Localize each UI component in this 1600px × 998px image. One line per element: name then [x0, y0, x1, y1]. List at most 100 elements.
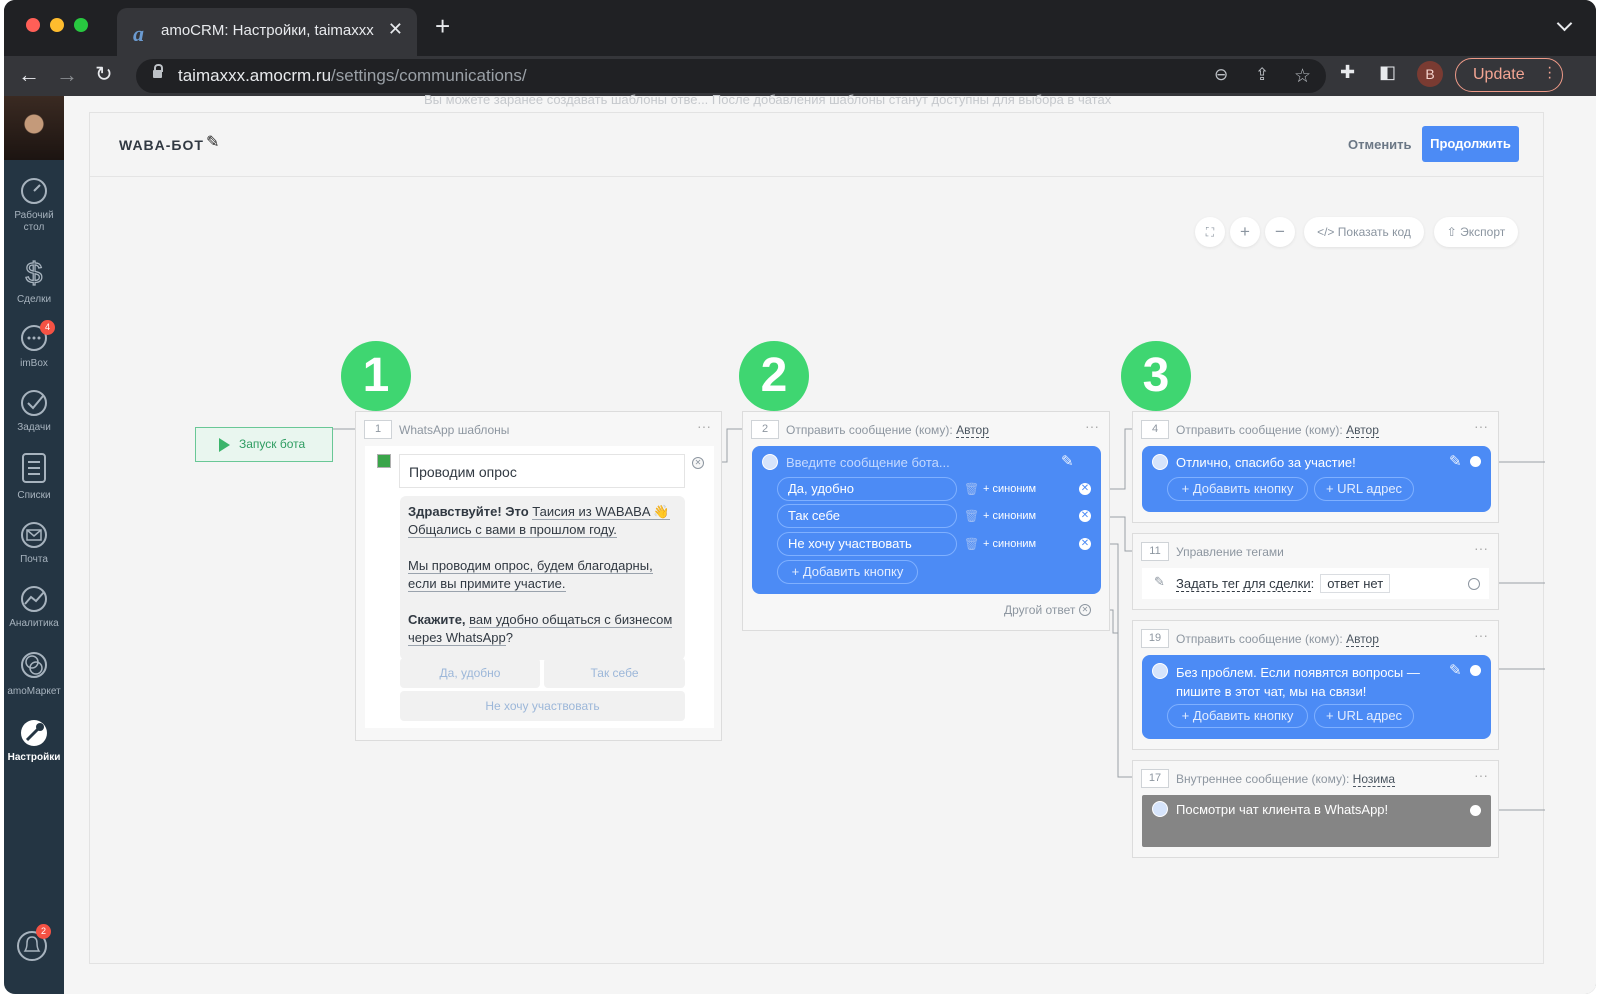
- show-code-button[interactable]: </> Показать код: [1304, 217, 1424, 247]
- output-connector-icon[interactable]: ✕: [1079, 483, 1091, 495]
- start-bot-button[interactable]: Запуск бота: [195, 427, 333, 462]
- recipient-select[interactable]: Автор: [956, 423, 989, 438]
- menu-dots-icon: · · ·: [1547, 59, 1553, 86]
- template-name-field[interactable]: Проводим опрос: [399, 454, 685, 488]
- list-icon: [22, 453, 46, 483]
- tag-management-node[interactable]: 11 Управление тегами ··· ✎ Задать тег дл…: [1132, 533, 1499, 610]
- close-tab-icon[interactable]: ✕: [388, 19, 403, 40]
- send-message-node-2[interactable]: 2 Отправить сообщение (кому): Автор ··· …: [742, 411, 1110, 631]
- output-circle-icon[interactable]: [1468, 578, 1480, 590]
- node-header: 17 Внутреннее сообщение (кому): Нозима ·…: [1133, 761, 1498, 793]
- more-dots-icon[interactable]: ···: [1085, 418, 1099, 434]
- forward-button[interactable]: →: [56, 60, 78, 90]
- trash-icon[interactable]: 🗑: [964, 537, 979, 551]
- back-button[interactable]: ←: [18, 60, 40, 90]
- message-text[interactable]: Без проблем. Если появятся вопросы — пиши…: [1176, 663, 1420, 701]
- notifications-button[interactable]: 2: [14, 924, 54, 964]
- add-button-link[interactable]: + Добавить кнопку: [777, 560, 918, 584]
- sidebar-item-settings[interactable]: Настройки: [4, 716, 64, 764]
- edit-pencil-icon[interactable]: ✎: [206, 132, 219, 152]
- recipient-select[interactable]: Автор: [1346, 423, 1379, 438]
- message-text[interactable]: Отлично, спасибо за участие!: [1176, 455, 1356, 470]
- sidebar-item-mail[interactable]: Почта: [4, 520, 64, 566]
- template-button-so-so[interactable]: Так себе: [544, 658, 685, 688]
- trash-icon[interactable]: 🗑: [964, 509, 979, 523]
- add-button-link[interactable]: + Добавить кнопку: [1167, 704, 1308, 728]
- node-index: 2: [751, 420, 779, 439]
- answer-button-3[interactable]: Не хочу участвовать: [777, 532, 957, 556]
- sidebar-item-lists[interactable]: Списки: [4, 452, 64, 502]
- user-avatar[interactable]: [4, 96, 64, 160]
- more-dots-icon[interactable]: ···: [1474, 540, 1488, 556]
- output-connector-icon[interactable]: ✕: [1079, 604, 1091, 616]
- recipient-select[interactable]: Нозима: [1352, 772, 1395, 787]
- message-input[interactable]: Введите сообщение бота...: [786, 455, 950, 470]
- sidebar-item-deals[interactable]: $ Сделки: [4, 256, 64, 306]
- minimize-window-button[interactable]: [50, 18, 64, 32]
- address-bar[interactable]: taimaxxx.amocrm.ru/settings/communicatio…: [136, 59, 1326, 93]
- zoom-window-button[interactable]: [74, 18, 88, 32]
- export-button[interactable]: ⇧ Экспорт: [1434, 217, 1518, 247]
- more-dots-icon[interactable]: ···: [1474, 418, 1488, 434]
- output-connector-icon[interactable]: ✕: [1079, 510, 1091, 522]
- sidebar-item-label: Аналитика: [9, 618, 59, 629]
- continue-button[interactable]: Продолжить: [1422, 126, 1519, 162]
- template-button-no[interactable]: Не хочу участвовать: [400, 691, 685, 721]
- send-message-node-19[interactable]: 19 Отправить сообщение (кому): Автор ···…: [1132, 620, 1499, 750]
- answer-button-1[interactable]: Да, удобно: [777, 477, 957, 501]
- fullscreen-icon[interactable]: ⛶: [1195, 217, 1225, 247]
- message-text[interactable]: Посмотри чат клиента в WhatsApp!: [1176, 802, 1388, 817]
- send-message-node-4[interactable]: 4 Отправить сообщение (кому): Автор ··· …: [1132, 411, 1499, 523]
- zoom-out-icon[interactable]: ⊖: [1214, 65, 1228, 85]
- bookmark-star-icon[interactable]: ☆: [1294, 65, 1311, 88]
- cancel-button[interactable]: Отменить: [1348, 137, 1412, 152]
- market-icon: [21, 652, 47, 678]
- close-window-button[interactable]: [26, 18, 40, 32]
- sidebar-item-dashboard[interactable]: Рабочий стол: [4, 176, 64, 234]
- output-connector-icon[interactable]: ✕: [692, 457, 704, 469]
- update-button[interactable]: Update · · ·: [1455, 58, 1563, 92]
- answer-button-2[interactable]: Так себе: [777, 504, 957, 528]
- extensions-puzzle-icon[interactable]: ✚: [1340, 62, 1355, 83]
- more-dots-icon[interactable]: ···: [697, 418, 711, 434]
- sidebar-item-analytics[interactable]: Аналитика: [4, 584, 64, 630]
- more-dots-icon[interactable]: ···: [1474, 767, 1488, 783]
- new-tab-button[interactable]: +: [435, 13, 450, 39]
- trash-icon[interactable]: 🗑: [964, 482, 979, 496]
- sidebar-item-imbox[interactable]: 4 imBox: [4, 320, 64, 370]
- tag-action-text: Задать тег для сделки: ответ нет: [1176, 574, 1391, 593]
- attach-paperclip-icon[interactable]: ✎: [1061, 452, 1074, 470]
- modal-header: WABA-БОТ ✎ Отменить Продолжить: [90, 113, 1543, 177]
- add-synonym-link[interactable]: + синоним: [983, 510, 1036, 522]
- profile-avatar[interactable]: B: [1417, 61, 1443, 87]
- bot-avatar-icon: [762, 454, 778, 470]
- reload-button[interactable]: ↻: [95, 60, 113, 90]
- browser-toolbar: ← → ↻ taimaxxx.amocrm.ru/settings/commun…: [4, 56, 1596, 96]
- add-url-link[interactable]: + URL адрес: [1314, 704, 1414, 728]
- tag-value[interactable]: ответ нет: [1320, 574, 1391, 593]
- output-dot-icon[interactable]: [1470, 805, 1481, 816]
- whatsapp-templates-node[interactable]: 1 WhatsApp шаблоны ··· Проводим опрос Зд…: [355, 411, 722, 741]
- template-button-yes[interactable]: Да, удобно: [400, 658, 540, 688]
- output-connector-icon[interactable]: ✕: [1079, 538, 1091, 550]
- sidebar-item-market[interactable]: amoМаркет: [4, 648, 64, 698]
- add-url-link[interactable]: + URL адрес: [1314, 477, 1414, 501]
- output-dot-icon[interactable]: [1470, 665, 1481, 676]
- attach-paperclip-icon[interactable]: ✎: [1449, 452, 1462, 470]
- add-synonym-link[interactable]: + синоним: [983, 483, 1036, 495]
- internal-message-node[interactable]: 17 Внутреннее сообщение (кому): Нозима ·…: [1132, 760, 1499, 858]
- browser-tab[interactable]: a amoCRM: Настройки, taimaxxx ✕: [117, 8, 417, 56]
- zoom-out-icon[interactable]: −: [1265, 217, 1295, 247]
- recipient-select[interactable]: Автор: [1346, 632, 1379, 647]
- more-dots-icon[interactable]: ···: [1474, 627, 1488, 643]
- add-button-link[interactable]: + Добавить кнопку: [1167, 477, 1308, 501]
- tab-search-chevron-icon[interactable]: [1556, 15, 1573, 32]
- zoom-in-icon[interactable]: +: [1230, 217, 1260, 247]
- node-title: Внутреннее сообщение (кому): Нозима: [1176, 772, 1395, 787]
- add-synonym-link[interactable]: + синоним: [983, 538, 1036, 550]
- sidebar-item-tasks[interactable]: Задачи: [4, 388, 64, 434]
- output-dot-icon[interactable]: [1470, 456, 1481, 467]
- share-icon[interactable]: ⇪: [1255, 65, 1269, 85]
- side-panel-icon[interactable]: ◧: [1379, 62, 1396, 83]
- attach-paperclip-icon[interactable]: ✎: [1449, 661, 1462, 679]
